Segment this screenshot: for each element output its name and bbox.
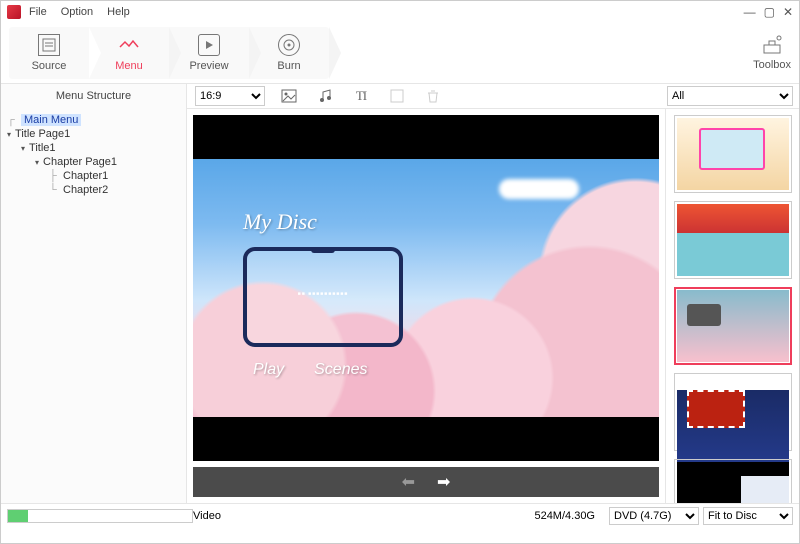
tree-title[interactable]: Title1 — [7, 141, 180, 155]
disc-type-select[interactable]: DVD (4.7G) — [609, 507, 699, 525]
template-thumb-3[interactable] — [674, 287, 792, 365]
template-thumb-2[interactable] — [674, 201, 792, 279]
step-burn[interactable]: Burn — [249, 27, 329, 79]
text-button[interactable]: TI — [349, 84, 373, 108]
menu-scenes-link[interactable]: Scenes — [314, 361, 367, 379]
template-thumb-4[interactable] — [674, 373, 792, 451]
size-readout: 524M/4.30G — [534, 510, 595, 522]
video-label: Video — [193, 510, 221, 522]
step-toolbar: Source Menu Preview Burn Toolbox — [1, 23, 799, 83]
menubar: File Option Help — ▢ ✕ — [1, 1, 799, 23]
save-template-button[interactable] — [385, 84, 409, 108]
prev-page-button[interactable]: ⬅ — [402, 472, 415, 492]
step-menu[interactable]: Menu — [89, 27, 169, 79]
fit-select[interactable]: Fit to Disc — [703, 507, 793, 525]
menu-help[interactable]: Help — [107, 6, 130, 18]
template-filter-select[interactable]: All — [667, 86, 793, 106]
tree-header: Menu Structure — [1, 84, 187, 109]
disc-title[interactable]: My Disc — [243, 209, 317, 235]
step-preview-label: Preview — [189, 60, 228, 72]
size-progress — [7, 509, 193, 523]
next-page-button[interactable]: ➡ — [437, 472, 450, 492]
tree-main-menu[interactable]: ┌Main Menu — [7, 113, 180, 127]
second-toolbar: Menu Structure 16:9 TI All — [1, 83, 799, 109]
tree-chapter2[interactable]: └Chapter2 — [7, 183, 180, 197]
minimize-icon[interactable]: — — [744, 5, 756, 19]
menu-preview: My Disc ■■ ■■■■■■■■■■ Play Scenes — [193, 159, 659, 417]
preview-nav: ⬅ ➡ — [193, 467, 659, 497]
main-area: ┌Main Menu Title Page1 Title1 Chapter Pa… — [1, 109, 799, 503]
close-icon[interactable]: ✕ — [783, 5, 793, 19]
toolbox-icon — [761, 35, 783, 55]
step-source-label: Source — [32, 60, 67, 72]
source-icon — [38, 34, 60, 56]
menu-play-link[interactable]: Play — [253, 361, 284, 379]
app-logo-icon — [7, 5, 21, 19]
toolbox-label: Toolbox — [753, 59, 791, 71]
template-thumb-5[interactable] — [674, 459, 792, 503]
preview-panel: My Disc ■■ ■■■■■■■■■■ Play Scenes ⬅ ➡ — [187, 109, 665, 503]
background-image-button[interactable] — [277, 84, 301, 108]
menu-icon — [118, 34, 140, 56]
preview-canvas[interactable]: My Disc ■■ ■■■■■■■■■■ Play Scenes — [193, 115, 659, 461]
tree-title-page[interactable]: Title Page1 — [7, 127, 180, 141]
step-preview[interactable]: Preview — [169, 27, 249, 79]
toolbox-button[interactable]: Toolbox — [753, 35, 791, 71]
tree-chapter-page[interactable]: Chapter Page1 — [7, 155, 180, 169]
menu-thumbnail-frame[interactable]: ■■ ■■■■■■■■■■ — [243, 247, 403, 347]
step-menu-label: Menu — [115, 60, 143, 72]
menu-file[interactable]: File — [29, 6, 47, 18]
template-thumbnails[interactable] — [665, 109, 799, 503]
background-music-button[interactable] — [313, 84, 337, 108]
menu-option[interactable]: Option — [61, 6, 93, 18]
burn-icon — [278, 34, 300, 56]
menu-structure-tree: ┌Main Menu Title Page1 Title1 Chapter Pa… — [1, 109, 187, 503]
aspect-ratio-select[interactable]: 16:9 — [195, 86, 265, 106]
tree-chapter1[interactable]: ├Chapter1 — [7, 169, 180, 183]
step-burn-label: Burn — [277, 60, 300, 72]
delete-button[interactable] — [421, 84, 445, 108]
step-source[interactable]: Source — [9, 27, 89, 79]
template-thumb-1[interactable] — [674, 115, 792, 193]
preview-icon — [198, 34, 220, 56]
maximize-icon[interactable]: ▢ — [764, 5, 775, 19]
status-bar: Video 524M/4.30G DVD (4.7G) Fit to Disc — [1, 503, 799, 527]
